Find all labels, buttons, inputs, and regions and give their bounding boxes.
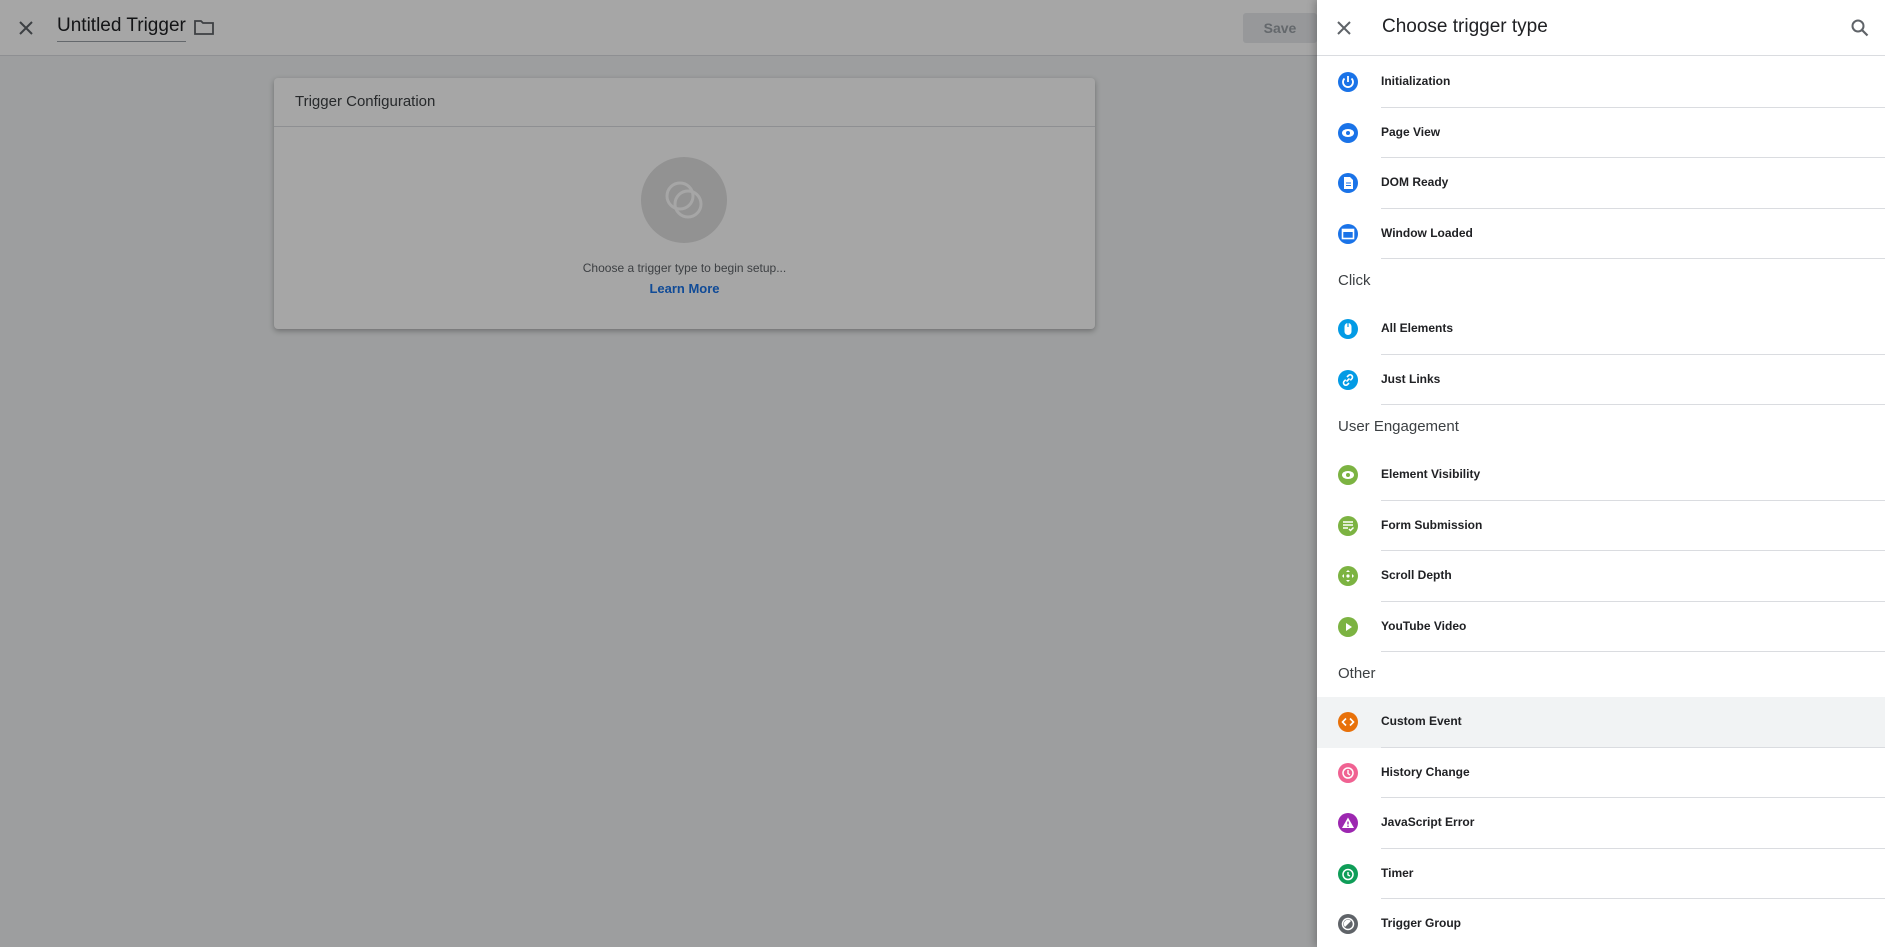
search-icon[interactable] (1846, 14, 1874, 42)
history-icon (1338, 762, 1358, 783)
trigger-type-item-all-elements[interactable]: All Elements (1317, 304, 1885, 355)
choose-trigger-type-panel: Choose trigger type Initialization Page V… (1317, 0, 1885, 947)
divider (1381, 404, 1885, 405)
trigger-type-item-element-visibility[interactable]: Element Visibility (1317, 450, 1885, 501)
document-icon (1338, 173, 1358, 193)
trigger-type-item-just-links[interactable]: Just Links (1317, 355, 1885, 405)
section-header: Click (1338, 272, 1371, 289)
trigger-type-label: Just Links (1381, 371, 1441, 386)
section-header: User Engagement (1338, 418, 1459, 435)
trigger-type-label: YouTube Video (1381, 618, 1467, 633)
window-icon (1338, 223, 1358, 244)
trigger-type-label: Initialization (1381, 74, 1451, 88)
trigger-type-item-form-submission[interactable]: Form Submission (1317, 501, 1885, 551)
trigger-type-label: All Elements (1381, 321, 1454, 335)
trigger-type-item-history-change[interactable]: History Change (1317, 748, 1885, 798)
warning-icon (1338, 813, 1358, 833)
form-icon (1338, 515, 1358, 536)
trigger-type-item-page-view[interactable]: Page View (1317, 108, 1885, 158)
mouse-icon (1338, 319, 1358, 339)
divider (1381, 258, 1885, 259)
trigger-type-label: Scroll Depth (1381, 568, 1452, 582)
trigger-type-item-trigger-group[interactable]: Trigger Group (1317, 899, 1885, 947)
trigger-type-label: Window Loaded (1381, 225, 1473, 240)
trigger-type-item-window-loaded[interactable]: Window Loaded (1317, 209, 1885, 259)
code-icon (1338, 712, 1358, 732)
trigger-type-item-scroll-depth[interactable]: Scroll Depth (1317, 551, 1885, 602)
trigger-type-label: Timer (1381, 865, 1414, 880)
link-icon (1338, 369, 1358, 390)
eye-icon (1338, 465, 1358, 485)
trigger-type-label: Trigger Group (1381, 916, 1462, 930)
play-icon (1338, 616, 1358, 637)
trigger-type-item-timer[interactable]: Timer (1317, 849, 1885, 899)
trigger-type-label: JavaScript Error (1381, 815, 1475, 829)
modal-backdrop[interactable] (0, 0, 1317, 947)
trigger-group-icon (1338, 914, 1358, 934)
trigger-type-label: Custom Event (1381, 714, 1462, 728)
move-icon (1338, 566, 1358, 586)
divider (1381, 651, 1885, 652)
panel-title: Choose trigger type (1382, 16, 1548, 37)
trigger-type-label: DOM Ready (1381, 175, 1449, 189)
trigger-type-label: Form Submission (1381, 517, 1483, 532)
section-header: Other (1338, 665, 1376, 682)
trigger-type-label: Element Visibility (1381, 467, 1481, 481)
trigger-type-item-dom-ready[interactable]: DOM Ready (1317, 158, 1885, 209)
trigger-type-item-youtube-video[interactable]: YouTube Video (1317, 602, 1885, 652)
trigger-type-item-custom-event[interactable]: Custom Event (1317, 697, 1885, 748)
trigger-type-label: Page View (1381, 124, 1441, 139)
power-icon (1338, 72, 1358, 92)
alarm-icon (1338, 863, 1358, 884)
trigger-type-label: History Change (1381, 764, 1470, 779)
trigger-type-list: Initialization Page View DOM Ready Window L… (1317, 57, 1885, 947)
trigger-type-item-initialization[interactable]: Initialization (1317, 57, 1885, 108)
eye-icon (1338, 122, 1358, 143)
close-icon[interactable] (1329, 13, 1359, 43)
panel-header: Choose trigger type (1317, 0, 1885, 56)
trigger-type-item-javascript-error[interactable]: JavaScript Error (1317, 798, 1885, 849)
